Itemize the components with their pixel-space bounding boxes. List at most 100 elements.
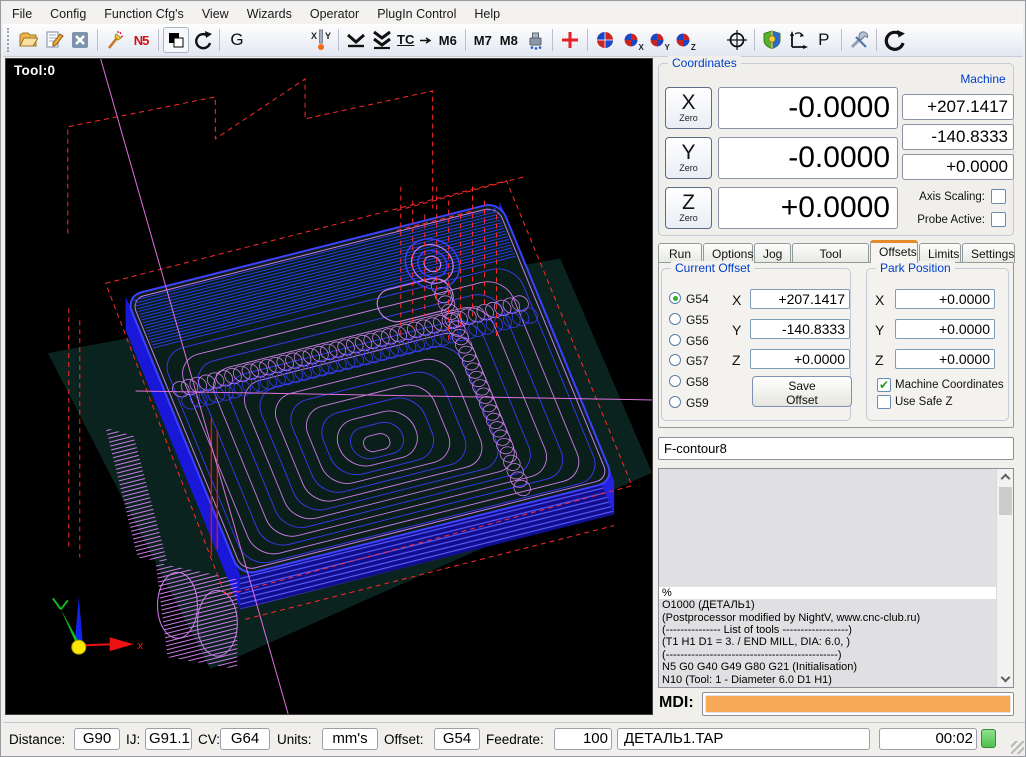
zero-y-button[interactable]: Y Zero [665, 137, 712, 179]
coolant-button[interactable] [522, 27, 548, 53]
park-y-label: Y [875, 322, 884, 338]
dro-x-value[interactable]: -0.0000 [718, 87, 898, 129]
goto-zero-z-button[interactable]: Z [670, 27, 696, 53]
axis-scaling-checkbox[interactable] [991, 189, 1006, 204]
gcode-line[interactable]: N5 G0 G40 G49 G80 G21 (Initialisation) [659, 661, 996, 673]
tool-change-button[interactable]: TC [395, 27, 435, 53]
refresh-icon [883, 29, 905, 51]
menu-function-cfgs[interactable]: Function Cfg's [95, 5, 193, 23]
goto-zero-button[interactable] [592, 27, 618, 53]
goto-zero-y-button[interactable]: Y [644, 27, 670, 53]
scroll-down-icon[interactable] [1001, 673, 1011, 683]
menu-operator[interactable]: Operator [301, 5, 368, 23]
gcode-line[interactable]: % [659, 587, 996, 599]
radio-g59[interactable] [669, 396, 681, 408]
axes-origin-button[interactable] [785, 27, 811, 53]
coordinates-group: Coordinates Machine X Zero -0.0000 +207.… [658, 63, 1014, 236]
goto-zero-x-button[interactable]: X [618, 27, 644, 53]
gcode-button[interactable]: G [224, 27, 250, 53]
offset-y-field[interactable]: -140.8333 [750, 319, 850, 339]
menu-plugin-control[interactable]: PlugIn Control [368, 5, 465, 23]
toolbar: N5 G X Y [3, 24, 1023, 57]
close-file-button[interactable] [67, 27, 93, 53]
zero-z-button[interactable]: Z Zero [665, 187, 712, 229]
center-cross-button[interactable] [557, 27, 583, 53]
toolpath-viewport[interactable]: x Tool:0 [5, 58, 653, 715]
settings-tools-button[interactable] [846, 27, 872, 53]
menu-file[interactable]: File [3, 5, 41, 23]
gcode-line[interactable]: N10 (Tool: 1 - Diameter 6.0 D1 H1) [659, 674, 996, 686]
radio-g55[interactable] [669, 313, 681, 325]
park-button[interactable]: P [811, 27, 837, 53]
scroll-up-icon[interactable] [1001, 474, 1011, 484]
feedrate-label: Feedrate: [486, 732, 544, 747]
tab-settings[interactable]: Settings [962, 243, 1015, 263]
cv-mode-value: G64 [220, 728, 270, 750]
gcode-line[interactable]: (Postprocessor modified by NightV, www.c… [659, 612, 996, 624]
current-offset-title: Current Offset [671, 261, 754, 275]
zero-x-button[interactable]: X Zero [665, 87, 712, 129]
crosshair-button[interactable] [724, 27, 750, 53]
machine-x-value: +207.1417 [902, 94, 1014, 120]
toolbar-separator [587, 29, 588, 51]
tool-down-double-button[interactable] [369, 27, 395, 53]
mdi-input[interactable] [705, 695, 1011, 713]
scrollbar-thumb[interactable] [999, 487, 1012, 515]
radio-g58[interactable] [669, 375, 681, 387]
park-x-field[interactable]: +0.0000 [895, 289, 995, 309]
ns-button[interactable]: N5 [128, 27, 154, 53]
tool-down-button[interactable] [343, 27, 369, 53]
folder-icon [18, 30, 38, 50]
radio-g56[interactable] [669, 334, 681, 346]
menu-help[interactable]: Help [465, 5, 509, 23]
offset-x-field[interactable]: +207.1417 [750, 289, 850, 309]
radio-g57[interactable] [669, 354, 681, 366]
m6-glyph: M6 [439, 33, 457, 48]
edit-gcode-button[interactable] [41, 27, 67, 53]
probe-active-checkbox[interactable] [991, 212, 1006, 227]
gcode-scrollbar[interactable] [996, 469, 1013, 687]
park-z-field[interactable]: +0.0000 [895, 349, 995, 369]
use-safe-z-checkbox[interactable] [877, 395, 891, 409]
dro-y-value[interactable]: -0.0000 [718, 137, 898, 179]
tab-offsets[interactable]: Offsets [870, 240, 918, 263]
dro-z-value[interactable]: +0.0000 [718, 187, 898, 229]
m8-button[interactable]: M8 [496, 27, 522, 53]
regenerate-button[interactable] [881, 27, 907, 53]
swap-colors-button[interactable] [163, 27, 189, 53]
tab-run[interactable]: Run [658, 243, 702, 263]
gcode-line[interactable]: O1000 (ДЕТАЛЬ1) [659, 599, 996, 611]
m7-button[interactable]: M7 [470, 27, 496, 53]
m6-button[interactable]: M6 [435, 27, 461, 53]
gcode-line[interactable]: (---------------------------------------… [659, 649, 996, 661]
tab-tool-change[interactable]: Tool Change [792, 243, 869, 263]
tab-limits[interactable]: Limits [919, 243, 961, 263]
units-value: mm's [322, 728, 378, 750]
save-offset-button[interactable]: Save Offset [752, 376, 852, 407]
x-axis-label: x [138, 640, 144, 652]
program-name-input[interactable] [658, 437, 1014, 460]
resize-grip[interactable] [1011, 741, 1024, 754]
tab-options[interactable]: Options [703, 243, 753, 263]
machine-coordinates-checkbox[interactable]: ✔ [877, 378, 891, 392]
offset-z-field[interactable]: +0.0000 [750, 349, 850, 369]
park-glyph: P [818, 30, 829, 50]
feedrate-value: 100 [554, 728, 612, 750]
cnc-app-window: File Config Function Cfg's View Wizards … [0, 0, 1026, 757]
toolbar-grip[interactable] [7, 28, 11, 52]
menu-config[interactable]: Config [41, 5, 95, 23]
rotate-view-button[interactable] [189, 27, 215, 53]
radio-g54[interactable] [669, 292, 681, 304]
wizard-button[interactable] [102, 27, 128, 53]
park-y-field[interactable]: +0.0000 [895, 319, 995, 339]
goto-xy-button[interactable]: X Y [308, 27, 334, 53]
edit-document-icon [44, 30, 64, 50]
menu-wizards[interactable]: Wizards [238, 5, 301, 23]
gcode-list[interactable]: % O1000 (ДЕТАЛЬ1) (Postprocessor modifie… [658, 468, 1014, 688]
tab-jog[interactable]: Jog [754, 243, 791, 263]
open-file-button[interactable] [15, 27, 41, 53]
menu-view[interactable]: View [193, 5, 238, 23]
gcode-line[interactable]: (--------------- List of tools ---------… [659, 624, 996, 636]
safe-z-button[interactable] [759, 27, 785, 53]
gcode-line[interactable]: (T1 H1 D1 = 3. / END MILL, DIA: 6.0, ) [659, 636, 996, 648]
